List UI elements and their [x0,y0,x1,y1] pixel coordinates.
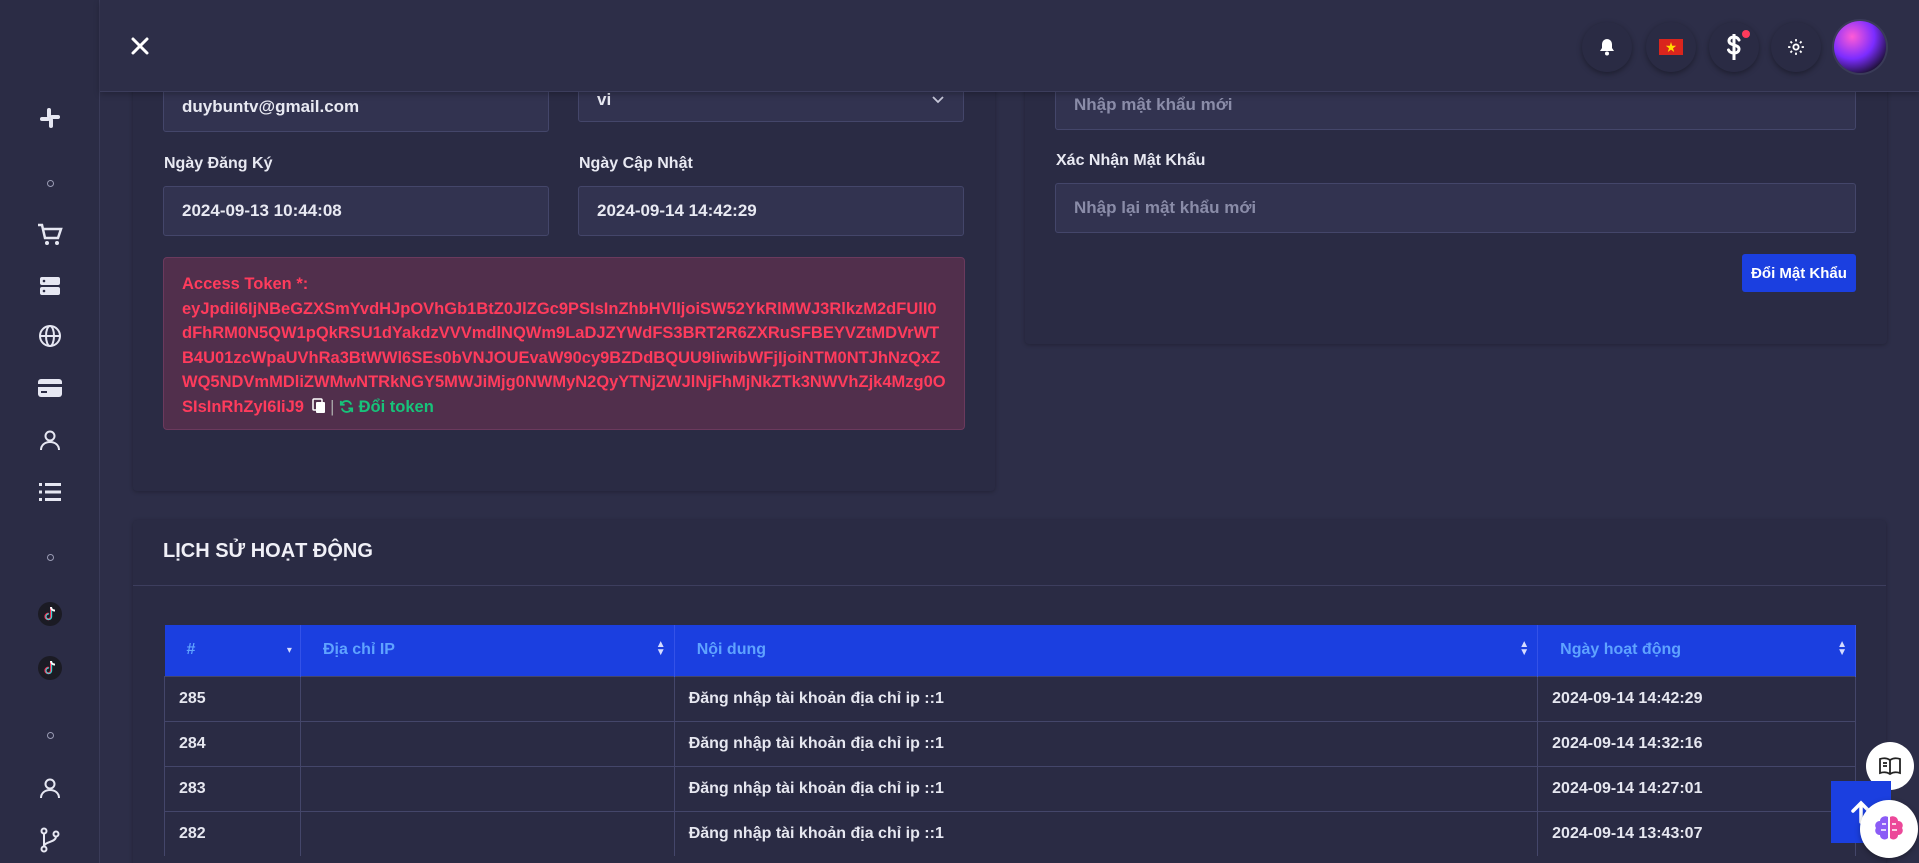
new-password-placeholder: Nhập mật khẩu mới [1074,95,1233,114]
section-dot-icon [0,728,100,742]
column-header-ip[interactable]: Địa chỉ IP ▲ ▼ [300,625,675,676]
column-header-date[interactable]: Ngày hoạt động ▲ ▼ [1537,625,1856,676]
registered-date-value: 2024-09-13 10:44:08 [182,201,342,220]
row-ip [300,810,675,856]
token-separator: | [330,397,335,416]
email-value: duybuntv@gmail.com [182,97,360,116]
change-password-button[interactable]: Đổi Mật Khẩu [1742,254,1856,292]
history-table: # ▾ Địa chỉ IP ▲ ▼ Nội dung ▲ ▼ Ngày hoạt độn… [164,625,1856,856]
column-header-label: Nội dung [696,641,767,659]
sort-icon: ▲ ▼ [655,639,666,658]
confirm-password-input[interactable]: Nhập lại mật khẩu mới [1055,183,1856,233]
vietnam-flag-icon [1659,39,1683,55]
updated-date-field[interactable]: 2024-09-14 14:42:29 [578,186,964,236]
history-divider [133,585,1886,586]
row-id: 282 [164,810,301,856]
table-row: 284 Đăng nhập tài khoản địa chỉ ip ::1 2… [164,720,1856,766]
row-content: Đăng nhập tài khoản địa chỉ ip ::1 [674,720,1539,766]
history-title: LỊCH SỬ HOẠT ĐỘNG [163,540,373,562]
balance-button[interactable] [1709,22,1759,72]
refresh-token-link[interactable]: Đổi token [339,398,434,416]
section-dot-icon [0,550,100,564]
table-row: 285 Đăng nhập tài khoản địa chỉ ip ::1 2… [164,675,1856,721]
refresh-icon [339,399,354,413]
top-header [100,0,1919,92]
row-id: 285 [164,675,301,721]
row-ip [300,720,675,766]
globe-icon[interactable] [0,322,100,350]
row-content: Đăng nhập tài khoản địa chỉ ip ::1 [674,675,1539,721]
row-date: 2024-09-14 14:27:01 [1537,765,1856,811]
column-header-id[interactable]: # ▾ [164,625,301,676]
avatar[interactable] [1834,21,1886,73]
row-date: 2024-09-14 13:43:07 [1537,810,1856,856]
row-id: 283 [164,765,301,811]
registered-label: Ngày Đăng Ký [164,155,273,172]
sort-icon: ▲ ▼ [1837,639,1847,658]
column-header-label: Địa chỉ IP [322,641,395,659]
section-dot-icon [0,176,100,190]
confirm-password-placeholder: Nhập lại mật khẩu mới [1074,198,1257,217]
sort-icon: ▲ ▼ [1519,639,1530,658]
column-header-label: Ngày hoạt động [1560,641,1682,659]
sort-desc-icon: ▾ [286,645,292,656]
row-id: 284 [164,720,301,766]
user-icon[interactable] [0,774,100,802]
access-token-box: Access Token *: eyJpdiI6IjNBeGZXSmYvdHJp… [163,257,965,430]
table-row: 283 Đăng nhập tài khoản địa chỉ ip ::1 2… [164,765,1856,811]
notifications-button[interactable] [1582,22,1632,72]
close-button[interactable] [122,28,158,64]
credit-card-icon[interactable] [0,374,100,402]
refresh-token-label: Đổi token [358,397,434,416]
tiktok-icon[interactable] [0,654,100,682]
copy-icon[interactable] [311,397,326,414]
tiktok-icon[interactable] [0,600,100,628]
sidebar [0,0,100,863]
updated-date-value: 2024-09-14 14:42:29 [597,201,757,220]
column-header-label: # [186,641,196,659]
ai-assistant-button[interactable] [1860,800,1918,858]
notification-dot [1742,30,1750,38]
slack-icon[interactable] [0,104,100,132]
row-ip [300,675,675,721]
access-token-label: Access Token *: [182,275,309,293]
settings-button[interactable] [1771,22,1821,72]
access-token-value: eyJpdiI6IjNBeGZXSmYvdHJpOVhGb1BtZ0JlZGc9… [182,299,946,416]
dollar-icon [1727,34,1741,60]
list-icon[interactable] [0,478,100,506]
user-icon[interactable] [0,426,100,454]
registered-date-field[interactable]: 2024-09-13 10:44:08 [163,186,549,236]
chevron-down-icon [932,96,944,104]
language-button[interactable] [1646,22,1696,72]
table-row: 282 Đăng nhập tài khoản địa chỉ ip ::1 2… [164,810,1856,856]
language-value: vi [597,90,612,109]
brain-icon [1875,816,1903,840]
git-branch-icon[interactable] [0,826,100,854]
confirm-password-label: Xác Nhận Mật Khẩu [1056,152,1206,169]
book-icon [1879,757,1901,776]
server-icon[interactable] [0,272,100,300]
row-content: Đăng nhập tài khoản địa chỉ ip ::1 [674,765,1539,811]
close-icon [131,37,149,55]
row-content: Đăng nhập tài khoản địa chỉ ip ::1 [674,810,1539,856]
column-header-content[interactable]: Nội dung ▲ ▼ [674,625,1539,676]
row-date: 2024-09-14 14:42:29 [1537,675,1856,721]
row-date: 2024-09-14 14:32:16 [1537,720,1856,766]
cart-icon[interactable] [0,221,100,249]
row-ip [300,765,675,811]
gear-icon [1788,39,1804,55]
updated-label: Ngày Cập Nhật [579,155,693,172]
bell-icon [1600,39,1614,56]
